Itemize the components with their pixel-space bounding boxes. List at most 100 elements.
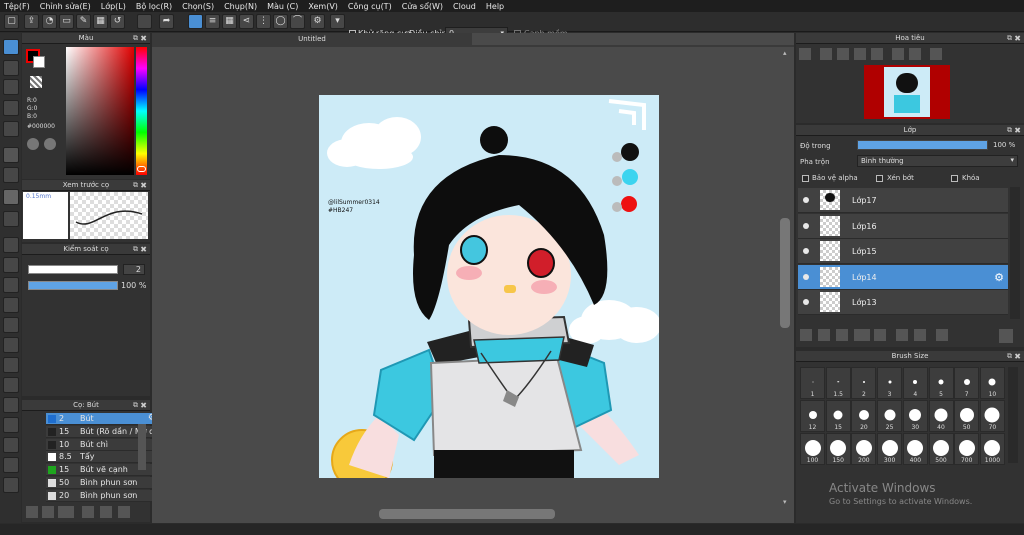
detach-icon[interactable]: ⧉ <box>1007 351 1012 362</box>
duplicate-layer-icon[interactable] <box>896 329 908 341</box>
brush-list-item[interactable]: 50 Bình phun sơn <box>46 477 158 489</box>
navigator-viewport[interactable] <box>864 65 950 119</box>
merge-layer-icon[interactable] <box>914 329 926 341</box>
help-icon[interactable] <box>3 457 19 473</box>
snap-circle-icon[interactable]: ◯ <box>273 14 288 29</box>
pen-tool-icon[interactable] <box>3 357 19 373</box>
menu-color[interactable]: Màu (C) <box>267 2 298 11</box>
eye-icon[interactable] <box>803 222 809 229</box>
brush-tool-icon[interactable] <box>3 39 19 55</box>
layer-row[interactable]: Lớp16 <box>798 213 1008 239</box>
brush-opacity-slider[interactable] <box>28 281 118 290</box>
clear-layer-icon[interactable] <box>936 329 948 341</box>
snap-radial-icon[interactable]: ⋖ <box>239 14 254 29</box>
layer-row[interactable]: Lớp15 <box>798 239 1008 264</box>
close-icon[interactable]: ✖ <box>1014 351 1021 362</box>
horizontal-scrollbar[interactable] <box>379 509 555 519</box>
color-wheel-icon[interactable] <box>44 138 56 150</box>
layer-opacity-slider[interactable] <box>857 140 988 150</box>
hand-tool-icon[interactable] <box>3 297 19 313</box>
gear-icon[interactable]: ⚙ <box>994 271 1004 284</box>
detach-icon[interactable]: ⧉ <box>1007 125 1012 136</box>
eye-icon[interactable] <box>803 248 809 254</box>
lock-checkbox[interactable] <box>951 175 958 182</box>
brush-size-preset[interactable]: 7 <box>954 367 980 399</box>
menu-edit[interactable]: Chỉnh sửa(E) <box>40 2 91 11</box>
close-icon[interactable]: ✖ <box>140 180 147 191</box>
brush-size-preset[interactable]: 150 <box>825 433 851 465</box>
brush-size-preset[interactable]: 700 <box>954 433 980 465</box>
brush-size-preset[interactable]: 1.5 <box>825 367 851 399</box>
zoom-tool-icon[interactable] <box>3 337 19 353</box>
fill-rect-icon[interactable] <box>3 147 19 163</box>
brush-size-preset[interactable]: 20 <box>851 400 877 432</box>
palette-icon[interactable] <box>27 138 39 150</box>
close-icon[interactable]: ✖ <box>140 244 147 255</box>
add-brush-icon[interactable] <box>26 506 38 518</box>
layer-menu-icon[interactable] <box>854 329 870 341</box>
gradient-icon[interactable] <box>3 167 19 183</box>
eraser-tool-icon[interactable] <box>3 377 19 393</box>
scroll-up-icon[interactable]: ▴ <box>783 49 787 57</box>
brush-size-preset[interactable]: 10 <box>979 367 1005 399</box>
brush-size-value[interactable]: 2 <box>123 264 145 275</box>
canvas-tab[interactable]: Untitled <box>152 33 472 45</box>
menu-cloud[interactable]: Cloud <box>453 2 476 11</box>
menu-tools[interactable]: Công cụ(T) <box>348 2 392 11</box>
vertical-scrollbar[interactable] <box>780 218 790 328</box>
brush-copy-icon[interactable] <box>42 506 54 518</box>
layer-row[interactable]: Lớp17 <box>798 188 1008 213</box>
frame-icon[interactable] <box>3 417 19 433</box>
brush-new-icon[interactable] <box>100 506 112 518</box>
menu-help[interactable]: Help <box>486 2 504 11</box>
canvas-artwork[interactable]: @lilSummer0314 #HB247 <box>319 95 659 478</box>
brush-file-icon[interactable] <box>82 506 94 518</box>
move-tool-icon[interactable] <box>3 60 19 76</box>
zoom-out-icon[interactable] <box>820 48 832 60</box>
brush-size-preset[interactable]: 5 <box>928 367 954 399</box>
folder-icon[interactable] <box>874 329 886 341</box>
brush-size-preset[interactable]: 25 <box>877 400 903 432</box>
menu-capture[interactable]: Chụp(N) <box>224 2 257 11</box>
layer-delete-icon[interactable] <box>999 329 1013 343</box>
text-tool-icon[interactable] <box>3 237 19 253</box>
protect-alpha-checkbox[interactable] <box>802 175 809 182</box>
scroll-down-icon[interactable]: ▾ <box>783 498 787 506</box>
brush-list-item[interactable]: 20 Bình phun sơn <box>46 489 158 502</box>
select-rect-icon[interactable] <box>3 79 19 95</box>
brush-size-preset[interactable]: 400 <box>902 433 928 465</box>
brush-list-scrollbar[interactable] <box>138 424 146 470</box>
snap-menu-icon[interactable]: ▾ <box>330 14 345 29</box>
brush-size-preset[interactable]: 1 <box>800 367 825 399</box>
blend-mode-select[interactable]: Bình thường ▾ <box>857 155 1018 167</box>
detach-icon[interactable]: ⧉ <box>133 180 138 191</box>
clipping-checkbox[interactable] <box>876 175 883 182</box>
detach-icon[interactable]: ⧉ <box>133 400 138 411</box>
close-icon[interactable]: ✖ <box>140 400 147 411</box>
brush-size-slider[interactable] <box>28 265 118 274</box>
reset-icon[interactable]: ↺ <box>110 14 125 29</box>
ruler-icon[interactable] <box>3 397 19 413</box>
layer-fill-icon[interactable] <box>3 189 19 205</box>
brush-size-preset[interactable]: 100 <box>800 433 825 465</box>
add-layer-icon[interactable] <box>800 329 812 341</box>
layer-row[interactable]: Lớp14 ⚙ <box>798 264 1008 290</box>
brush-size-preset[interactable]: 1000 <box>979 433 1005 465</box>
flip-icon[interactable] <box>871 48 883 60</box>
new-file-icon[interactable]: ▢ <box>4 14 19 29</box>
magic-wand-icon[interactable] <box>3 121 19 137</box>
snap-off-icon[interactable] <box>188 14 203 29</box>
brush-size-preset[interactable]: 200 <box>851 433 877 465</box>
snap-parallel-icon[interactable]: ≡ <box>205 14 220 29</box>
eye-icon[interactable] <box>803 273 809 280</box>
hue-handle[interactable] <box>137 166 146 172</box>
detach-icon[interactable]: ⧉ <box>133 33 138 44</box>
rotate-reset-icon[interactable] <box>909 48 921 60</box>
transparent-swatch[interactable] <box>30 76 42 88</box>
rotate-left-icon[interactable] <box>854 48 866 60</box>
speech-bubble-icon[interactable]: ◔ <box>42 14 57 29</box>
brush-delete-icon[interactable] <box>118 506 130 518</box>
settings-icon[interactable]: ⚙ <box>310 14 325 29</box>
extra-tool-icon[interactable] <box>3 477 19 493</box>
brush-size-preset[interactable]: 12 <box>800 400 825 432</box>
